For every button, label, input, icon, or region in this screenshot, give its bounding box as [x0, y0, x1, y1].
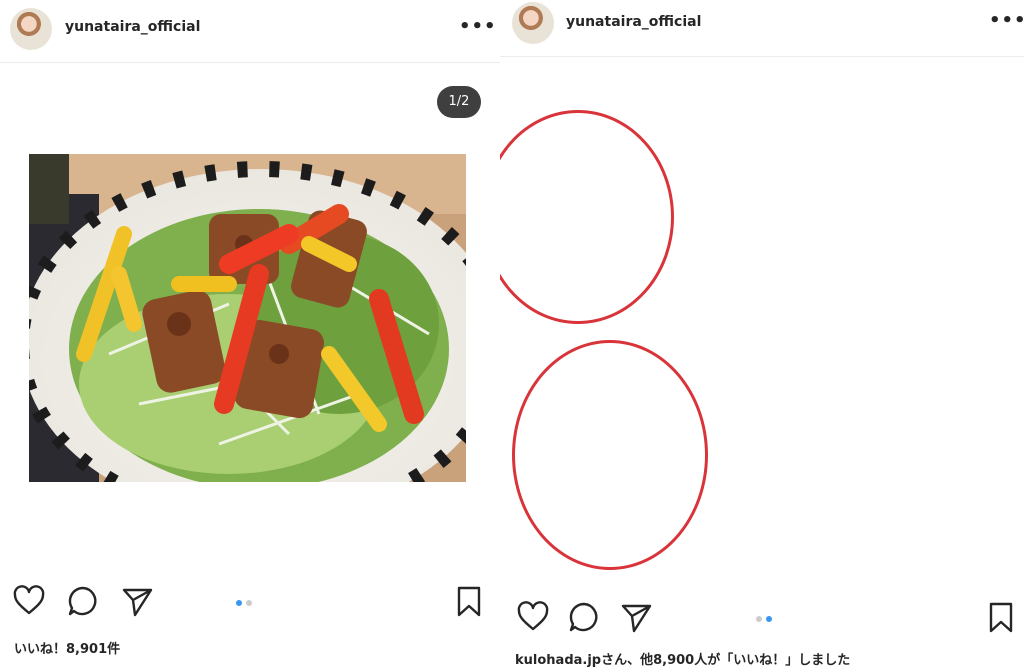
- comment-icon[interactable]: [66, 584, 100, 618]
- avatar[interactable]: [10, 8, 52, 50]
- red-annotation-circle: [500, 110, 674, 324]
- carousel-dot: [236, 600, 242, 606]
- carousel-dots: [756, 616, 772, 622]
- action-bar: [500, 600, 1024, 640]
- share-icon[interactable]: [619, 600, 653, 634]
- bookmark-icon[interactable]: [452, 584, 486, 618]
- username[interactable]: yunataira_official: [65, 19, 200, 35]
- likes-rest-text[interactable]: さん、他8,900人が「いいね！」しました: [601, 653, 850, 668]
- share-icon[interactable]: [120, 584, 154, 618]
- post-left: yunataira_official ••• 1/2 いいね！8,901件: [0, 0, 500, 669]
- more-options-icon[interactable]: •••: [989, 10, 1024, 31]
- heart-icon[interactable]: [12, 584, 46, 618]
- carousel-dots: [236, 600, 252, 606]
- salad-photo-graphic: [29, 154, 466, 482]
- more-options-icon[interactable]: •••: [459, 16, 497, 37]
- post-header: yunataira_official •••: [500, 0, 1024, 57]
- red-annotation-circle: [512, 340, 708, 570]
- carousel-dot: [766, 616, 772, 622]
- carousel-dot: [246, 600, 252, 606]
- username[interactable]: yunataira_official: [566, 14, 701, 30]
- liker-username[interactable]: kulohada.jp: [515, 653, 601, 668]
- post-photo-salad[interactable]: [29, 154, 466, 482]
- heart-icon[interactable]: [516, 600, 550, 634]
- action-bar: [0, 584, 500, 624]
- post-right: yunataira_official ••• kulohada.jpさん、他8,…: [500, 0, 1024, 669]
- page-indicator-badge: 1/2: [437, 86, 481, 118]
- comment-icon[interactable]: [567, 600, 601, 634]
- bookmark-icon[interactable]: [984, 600, 1018, 634]
- avatar[interactable]: [512, 2, 554, 44]
- post-header: yunataira_official •••: [0, 0, 500, 63]
- carousel-dot: [756, 616, 762, 622]
- likes-summary: kulohada.jpさん、他8,900人が「いいね！」しました: [515, 649, 850, 668]
- likes-count[interactable]: いいね！8,901件: [14, 638, 120, 657]
